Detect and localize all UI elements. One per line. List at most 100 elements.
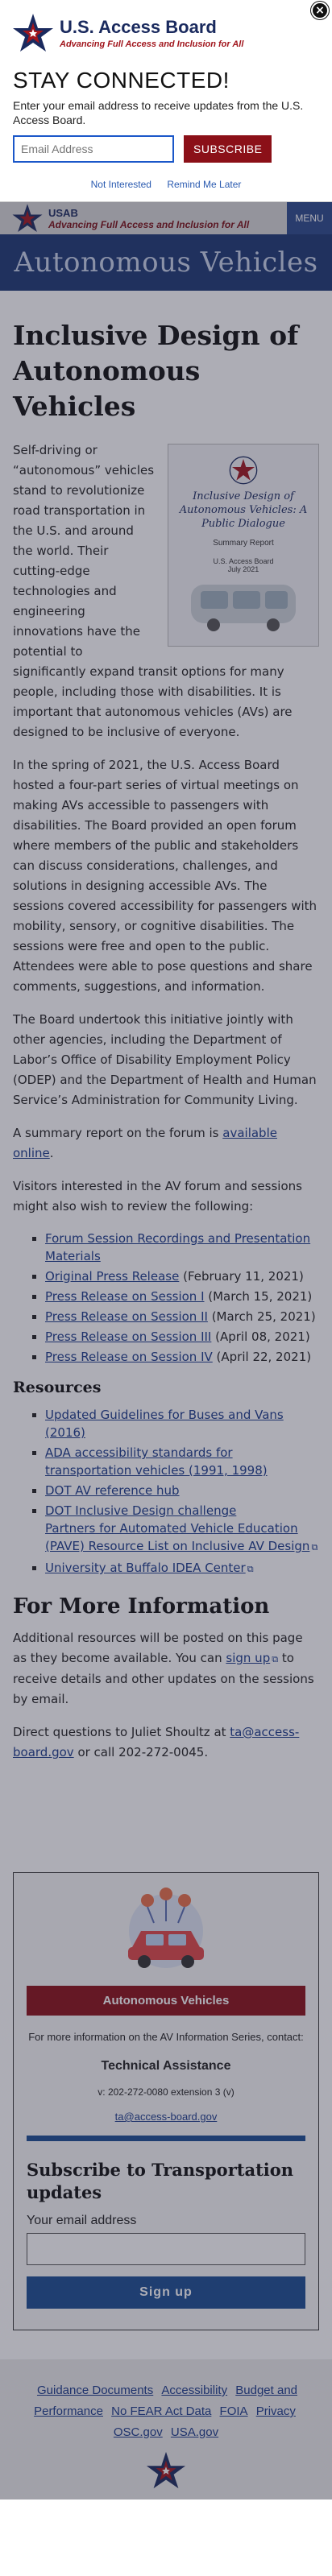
popup-links: Not Interested Remind Me Later xyxy=(0,163,332,190)
ta-email-link[interactable]: ta@access-board.gov xyxy=(115,2111,218,2123)
av-info-card: Autonomous Vehicles For more information… xyxy=(13,1872,319,2330)
list-item: DOT AV reference hub xyxy=(45,1482,319,1499)
session-link[interactable]: Press Release on Session I xyxy=(45,1289,205,1304)
usab-star-logo[interactable] xyxy=(11,202,44,234)
resource-link[interactable]: DOT Inclusive Design challenge xyxy=(45,1503,236,1518)
hero-title: Autonomous Vehicles xyxy=(14,246,318,279)
summary-report-cover[interactable]: Inclusive Design of Autonomous Vehicles:… xyxy=(168,444,319,647)
close-popup-button[interactable]: × xyxy=(311,2,329,19)
resource-link[interactable]: Updated Guidelines for Buses and Vans (2… xyxy=(45,1408,284,1440)
summary-end: . xyxy=(49,1146,54,1160)
popup-heading: STAY CONNECTED! xyxy=(13,68,230,93)
autonomous-car-illustration xyxy=(128,1888,204,1968)
sign-up-link[interactable]: sign up xyxy=(226,1651,270,1665)
summary-text: A summary report on the forum is xyxy=(13,1126,223,1140)
external-link-icon: ⧉ xyxy=(311,1542,318,1553)
list-item: Press Release on Session IV (April 22, 2… xyxy=(45,1348,319,1366)
header-tagline: Advancing Full Access and Inclusion for … xyxy=(48,218,250,230)
session-date: (April 08, 2021) xyxy=(211,1329,310,1344)
list-item: Press Release on Session III (April 08, … xyxy=(45,1328,319,1346)
site-header: USAB Advancing Full Access and Inclusion… xyxy=(0,202,332,234)
subscribe-email-input[interactable] xyxy=(27,2233,305,2265)
session-date: (April 22, 2021) xyxy=(212,1350,312,1364)
resource-link[interactable]: DOT AV reference hub xyxy=(45,1483,180,1498)
footer-link[interactable]: OSC.gov xyxy=(114,2425,163,2439)
resource-link[interactable]: ADA accessibility standards for transpor… xyxy=(45,1445,268,1478)
contact-text: Direct questions to Juliet Shoultz at xyxy=(13,1725,230,1739)
report-title: Inclusive Design of Autonomous Vehicles:… xyxy=(179,490,308,530)
session-link[interactable]: Press Release on Session IV xyxy=(45,1350,213,1364)
access-board-star-logo xyxy=(12,12,54,54)
av-banner: Autonomous Vehicles xyxy=(27,1986,305,2016)
popup-subscribe-button[interactable]: SUBSCRIBE xyxy=(184,135,272,163)
footer-link[interactable]: USA.gov xyxy=(171,2425,218,2439)
footer-link[interactable]: Accessibility xyxy=(161,2384,227,2397)
footer-link[interactable]: No FEAR Act Data xyxy=(111,2404,211,2418)
resources-heading: Resources xyxy=(13,1379,102,1396)
logo-tagline: Advancing Full Access and Inclusion for … xyxy=(60,39,244,49)
ta-email-wrap: ta@access-board.gov xyxy=(27,2111,305,2123)
visitors-paragraph: Visitors interested in the AV forum and … xyxy=(13,1179,302,1214)
session-date: (February 11, 2021) xyxy=(179,1269,304,1284)
more-info-heading: For More Information xyxy=(13,1594,270,1619)
logo-text: U.S. Access Board Advancing Full Access … xyxy=(60,17,243,49)
forum-paragraph: In the spring of 2021, the U.S. Access B… xyxy=(13,758,317,994)
footer-links: Guidance Documents Accessibility Budget … xyxy=(24,2380,308,2443)
summary-paragraph: A summary report on the forum is availab… xyxy=(13,1123,319,1164)
logo-title: U.S. Access Board xyxy=(60,17,217,37)
list-item: ADA accessibility standards for transpor… xyxy=(45,1444,319,1479)
hero-banner: Autonomous Vehicles xyxy=(0,234,332,291)
session-date: (March 25, 2021) xyxy=(207,1309,316,1324)
footer-link[interactable]: Privacy xyxy=(256,2404,296,2418)
session-date: (March 15, 2021) xyxy=(204,1289,313,1304)
not-interested-link[interactable]: Not Interested xyxy=(91,179,151,190)
list-item: Press Release on Session I (March 15, 20… xyxy=(45,1288,319,1305)
report-date: July 2021 xyxy=(227,565,259,573)
session-link[interactable]: Press Release on Session II xyxy=(45,1309,208,1324)
list-item: Forum Session Recordings and Presentatio… xyxy=(45,1230,319,1265)
session-link[interactable]: Original Press Release xyxy=(45,1269,179,1284)
agencies-paragraph: The Board undertook this initiative join… xyxy=(13,1012,317,1107)
footer-star-logo xyxy=(146,2451,186,2489)
page-title: Inclusive Design of Autonomous Vehicles xyxy=(13,320,299,422)
header-usab: USAB xyxy=(48,206,78,219)
popup-header: U.S. Access Board Advancing Full Access … xyxy=(0,0,332,61)
header-text: USAB Advancing Full Access and Inclusion… xyxy=(48,207,249,230)
external-link-icon: ⧉ xyxy=(247,1564,254,1574)
external-link-icon: ⧉ xyxy=(272,1654,279,1664)
report-org: U.S. Access Board xyxy=(213,557,274,565)
resource-link[interactable]: University at Buffalo IDEA Center xyxy=(45,1561,246,1575)
technical-assistance-title: Technical Assistance xyxy=(101,2059,231,2073)
ta-phone: v: 202-272-0080 extension 3 (v) xyxy=(98,2086,234,2098)
footer-link[interactable]: Guidance Documents xyxy=(37,2384,153,2397)
info-text: For more information on the AV Informati… xyxy=(28,2031,304,2043)
footer-link[interactable]: FOIA xyxy=(220,2404,248,2418)
page-background: USAB Advancing Full Access and Inclusion… xyxy=(0,202,332,2500)
autonomous-bus-image xyxy=(191,585,296,631)
menu-button[interactable]: MENU xyxy=(287,202,332,234)
list-item: Press Release on Session II (March 25, 2… xyxy=(45,1308,319,1325)
divider xyxy=(27,2136,305,2141)
stay-connected-popup: U.S. Access Board Advancing Full Access … xyxy=(0,0,332,202)
session-links-list: Forum Session Recordings and Presentatio… xyxy=(45,1230,319,1366)
sign-up-button[interactable]: Sign up xyxy=(27,2276,305,2309)
remind-later-link[interactable]: Remind Me Later xyxy=(167,179,241,190)
list-item: Updated Guidelines for Buses and Vans (2… xyxy=(45,1406,319,1441)
email-label: Your email address xyxy=(27,2214,137,2227)
more-info-paragraph: Additional resources will be posted on t… xyxy=(13,1628,319,1710)
contact-phone: or call 202-272-0045. xyxy=(73,1745,209,1759)
popup-subscribe-row: SUBSCRIBE xyxy=(0,135,332,163)
site-footer: Guidance Documents Accessibility Budget … xyxy=(0,2359,332,2500)
list-item: University at Buffalo IDEA Center⧉ xyxy=(45,1559,319,1578)
main-content: Inclusive Design of Autonomous Vehicles … xyxy=(0,291,332,1800)
contact-paragraph: Direct questions to Juliet Shoultz at ta… xyxy=(13,1722,319,1763)
session-link[interactable]: Press Release on Session III xyxy=(45,1329,211,1344)
report-star-icon xyxy=(229,456,258,485)
resource-link[interactable]: Partners for Automated Vehicle Education… xyxy=(45,1521,309,1553)
list-item: Original Press Release (February 11, 202… xyxy=(45,1267,319,1285)
report-subtitle: Summary Report xyxy=(213,539,274,548)
session-link[interactable]: Forum Session Recordings and Presentatio… xyxy=(45,1231,310,1263)
popup-email-input[interactable] xyxy=(13,135,174,163)
list-item: DOT Inclusive Design challenge Partners f… xyxy=(45,1502,319,1557)
subscribe-title: Subscribe to Transportation updates xyxy=(27,2160,294,2202)
